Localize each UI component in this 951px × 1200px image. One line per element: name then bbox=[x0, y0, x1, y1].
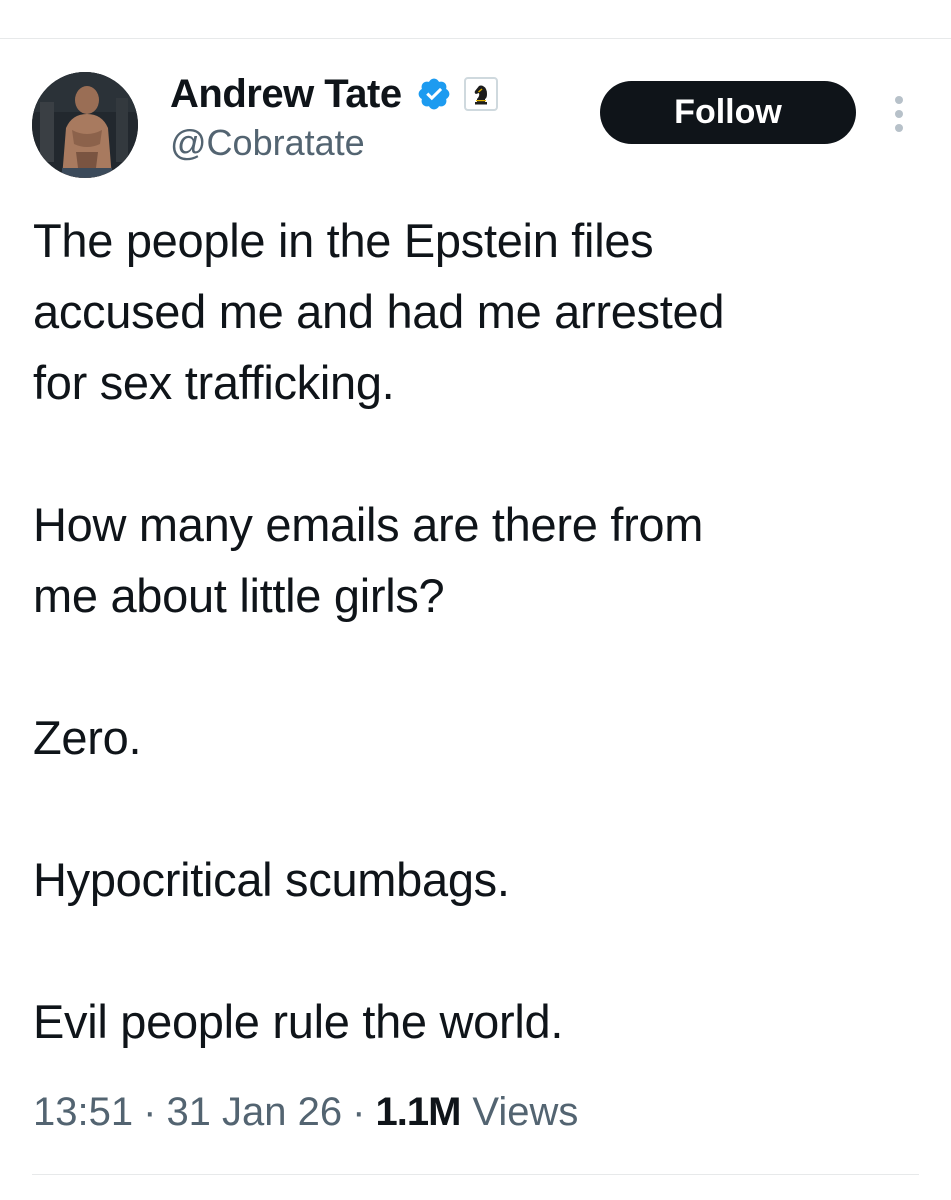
meta-separator: · bbox=[143, 1090, 157, 1134]
chess-knight-badge-icon[interactable] bbox=[463, 77, 498, 111]
more-options-button[interactable] bbox=[884, 92, 914, 136]
tweet-line: accused me and had me arrested bbox=[33, 285, 725, 338]
author-handle[interactable]: @Cobratate bbox=[170, 122, 365, 164]
author-display-name[interactable]: Andrew Tate bbox=[170, 72, 402, 117]
tweet-meta: 13:51 · 31 Jan 26 · 1.1M Views bbox=[33, 1090, 578, 1135]
views-label[interactable]: Views bbox=[472, 1090, 578, 1135]
bottom-divider bbox=[32, 1174, 919, 1175]
tweet-line: Evil people rule the world. bbox=[33, 995, 564, 1048]
tweet-text: The people in the Epstein files accused … bbox=[33, 205, 923, 1057]
author-avatar[interactable] bbox=[32, 72, 138, 178]
tweet-line: Zero. bbox=[33, 711, 142, 764]
top-divider bbox=[0, 38, 951, 39]
author-name-row[interactable]: Andrew Tate bbox=[170, 70, 498, 118]
verified-badge-icon[interactable] bbox=[416, 76, 452, 112]
tweet-line: Hypocritical scumbags. bbox=[33, 853, 510, 906]
views-count[interactable]: 1.1M bbox=[375, 1090, 461, 1135]
tweet-line: How many emails are there from bbox=[33, 498, 704, 551]
tweet-line: The people in the Epstein files bbox=[33, 214, 654, 267]
follow-button[interactable]: Follow bbox=[600, 81, 856, 144]
tweet-date[interactable]: 31 Jan 26 bbox=[166, 1090, 342, 1135]
tweet-line: me about little girls? bbox=[33, 569, 445, 622]
tweet-time[interactable]: 13:51 bbox=[33, 1090, 133, 1135]
avatar-photo bbox=[32, 72, 138, 178]
meta-separator: · bbox=[352, 1090, 366, 1134]
tweet-line: for sex trafficking. bbox=[33, 356, 395, 409]
more-vertical-icon bbox=[895, 96, 903, 132]
